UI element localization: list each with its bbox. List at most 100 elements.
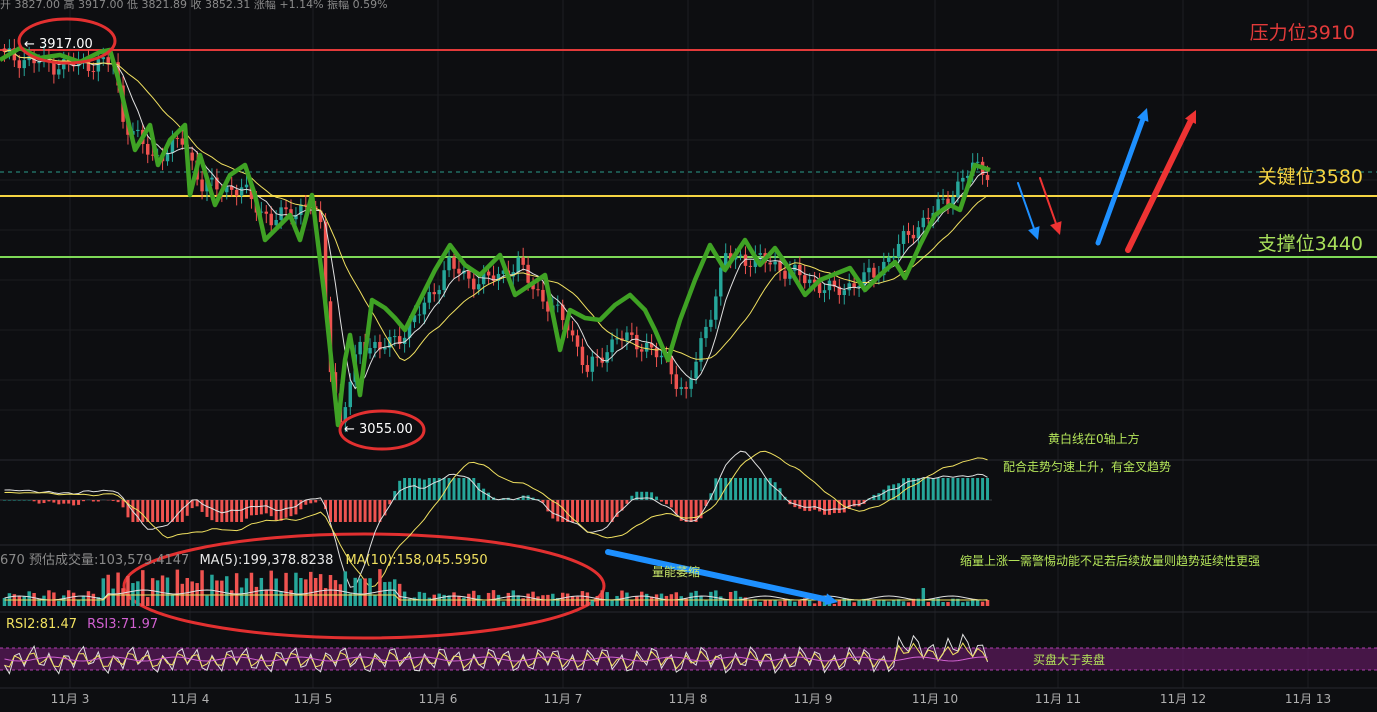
volume-bar bbox=[541, 595, 545, 606]
macd-bar bbox=[373, 500, 377, 522]
macd-bar bbox=[818, 500, 822, 512]
x-tick-label: 11月 9 bbox=[793, 692, 833, 706]
volume-bar bbox=[689, 592, 693, 606]
macd-bar bbox=[482, 488, 486, 500]
macd-bar bbox=[111, 500, 115, 501]
volume-bar bbox=[22, 596, 26, 606]
candle bbox=[590, 350, 595, 382]
volume-bar bbox=[906, 602, 911, 606]
volume-bar bbox=[980, 601, 985, 606]
support-level-label: 支撑位3440 bbox=[1257, 233, 1363, 255]
x-tick-label: 11月 10 bbox=[911, 692, 959, 706]
macd-bar bbox=[96, 500, 100, 502]
volume-bar bbox=[378, 569, 382, 606]
volume-bar bbox=[304, 579, 308, 606]
volume-ma5: MA(5):199,378.8238 bbox=[199, 553, 334, 568]
volume-bar bbox=[299, 578, 303, 606]
volume-bar bbox=[491, 590, 496, 606]
candles-group bbox=[2, 38, 990, 433]
volume-bar bbox=[605, 592, 609, 606]
candle bbox=[556, 295, 560, 313]
candle bbox=[417, 306, 422, 324]
macd-bar bbox=[338, 500, 342, 522]
volume-bar bbox=[333, 580, 338, 606]
volume-bar bbox=[852, 602, 856, 606]
macd-bar bbox=[17, 500, 21, 501]
volume-bar bbox=[86, 591, 91, 606]
candle bbox=[906, 222, 911, 244]
volume-bar bbox=[427, 597, 432, 606]
volume-bar bbox=[106, 574, 110, 606]
volume-bar bbox=[812, 603, 817, 606]
macd-bar bbox=[655, 496, 659, 500]
candle bbox=[22, 51, 26, 77]
candlestick-chart[interactable] bbox=[0, 0, 1377, 712]
macd-bar bbox=[7, 500, 11, 501]
macd-bar bbox=[877, 493, 881, 500]
high-price-marker: ← 3917.00 bbox=[24, 37, 93, 52]
macd-bar bbox=[951, 478, 955, 500]
volume-bar bbox=[52, 592, 56, 606]
volume-bar bbox=[417, 591, 422, 606]
macd-bar bbox=[254, 500, 258, 516]
volume-bar bbox=[116, 572, 120, 606]
volume-bar bbox=[788, 600, 792, 606]
macd-bar bbox=[427, 478, 431, 500]
macd-bar bbox=[966, 478, 970, 500]
volume-bar bbox=[872, 600, 876, 606]
macd-bar bbox=[358, 500, 362, 522]
macd-bar bbox=[91, 500, 95, 502]
macd-bar bbox=[180, 500, 184, 522]
macd-bar bbox=[595, 500, 599, 522]
volume-bar bbox=[363, 578, 367, 606]
volume-bar bbox=[610, 600, 614, 606]
volume-bar bbox=[146, 597, 150, 606]
volume-bar bbox=[763, 600, 767, 606]
macd-bar bbox=[773, 482, 777, 500]
volume-bar bbox=[985, 599, 990, 606]
volume-bar bbox=[289, 590, 293, 606]
down-arrow-blue-head bbox=[1028, 226, 1040, 240]
volume-bar bbox=[570, 596, 575, 606]
volume-bar bbox=[393, 579, 397, 606]
macd-bar bbox=[82, 500, 85, 502]
volume-bar bbox=[961, 602, 965, 606]
volume-bar bbox=[941, 602, 945, 606]
price-ma-slow bbox=[4, 49, 988, 362]
candle bbox=[803, 265, 807, 289]
candle bbox=[358, 336, 362, 364]
volume-bar bbox=[32, 592, 36, 606]
macd-bar bbox=[674, 500, 678, 515]
volume-bar bbox=[239, 587, 244, 606]
volume-bar bbox=[575, 596, 580, 606]
macd-bar bbox=[235, 500, 239, 522]
macd-bar bbox=[758, 478, 762, 500]
candle bbox=[644, 333, 649, 359]
volume-bar bbox=[353, 577, 357, 606]
volume-bar bbox=[309, 571, 313, 606]
macd-bar bbox=[57, 500, 61, 505]
macd-bar bbox=[166, 500, 169, 522]
macd-bar bbox=[161, 500, 165, 522]
volume-bar bbox=[506, 592, 511, 606]
volume-bar bbox=[457, 595, 461, 606]
x-tick-label: 11月 7 bbox=[543, 692, 583, 706]
volume-stats: 670 预估成交量:103,579.4147 MA(5):199,378.823… bbox=[0, 549, 488, 568]
volume-bar bbox=[101, 578, 105, 606]
candle bbox=[457, 260, 461, 282]
candle bbox=[640, 343, 644, 362]
macd-bar bbox=[566, 500, 570, 522]
down-arrow-blue bbox=[1017, 182, 1037, 234]
candle bbox=[817, 272, 822, 298]
macd-bar bbox=[625, 500, 629, 504]
top-ohlc-strip: 开 3827.00 高 3917.00 低 3821.89 收 3852.31 … bbox=[0, 0, 388, 11]
macd-bar bbox=[561, 500, 565, 522]
candle bbox=[709, 309, 713, 332]
volume-bar bbox=[27, 591, 31, 606]
macd-bar bbox=[452, 478, 456, 500]
macd-bar bbox=[857, 500, 861, 507]
macd-bar bbox=[462, 478, 466, 500]
volume-bar bbox=[136, 581, 140, 606]
macd-bar bbox=[832, 500, 836, 514]
macd-bar bbox=[432, 478, 436, 500]
